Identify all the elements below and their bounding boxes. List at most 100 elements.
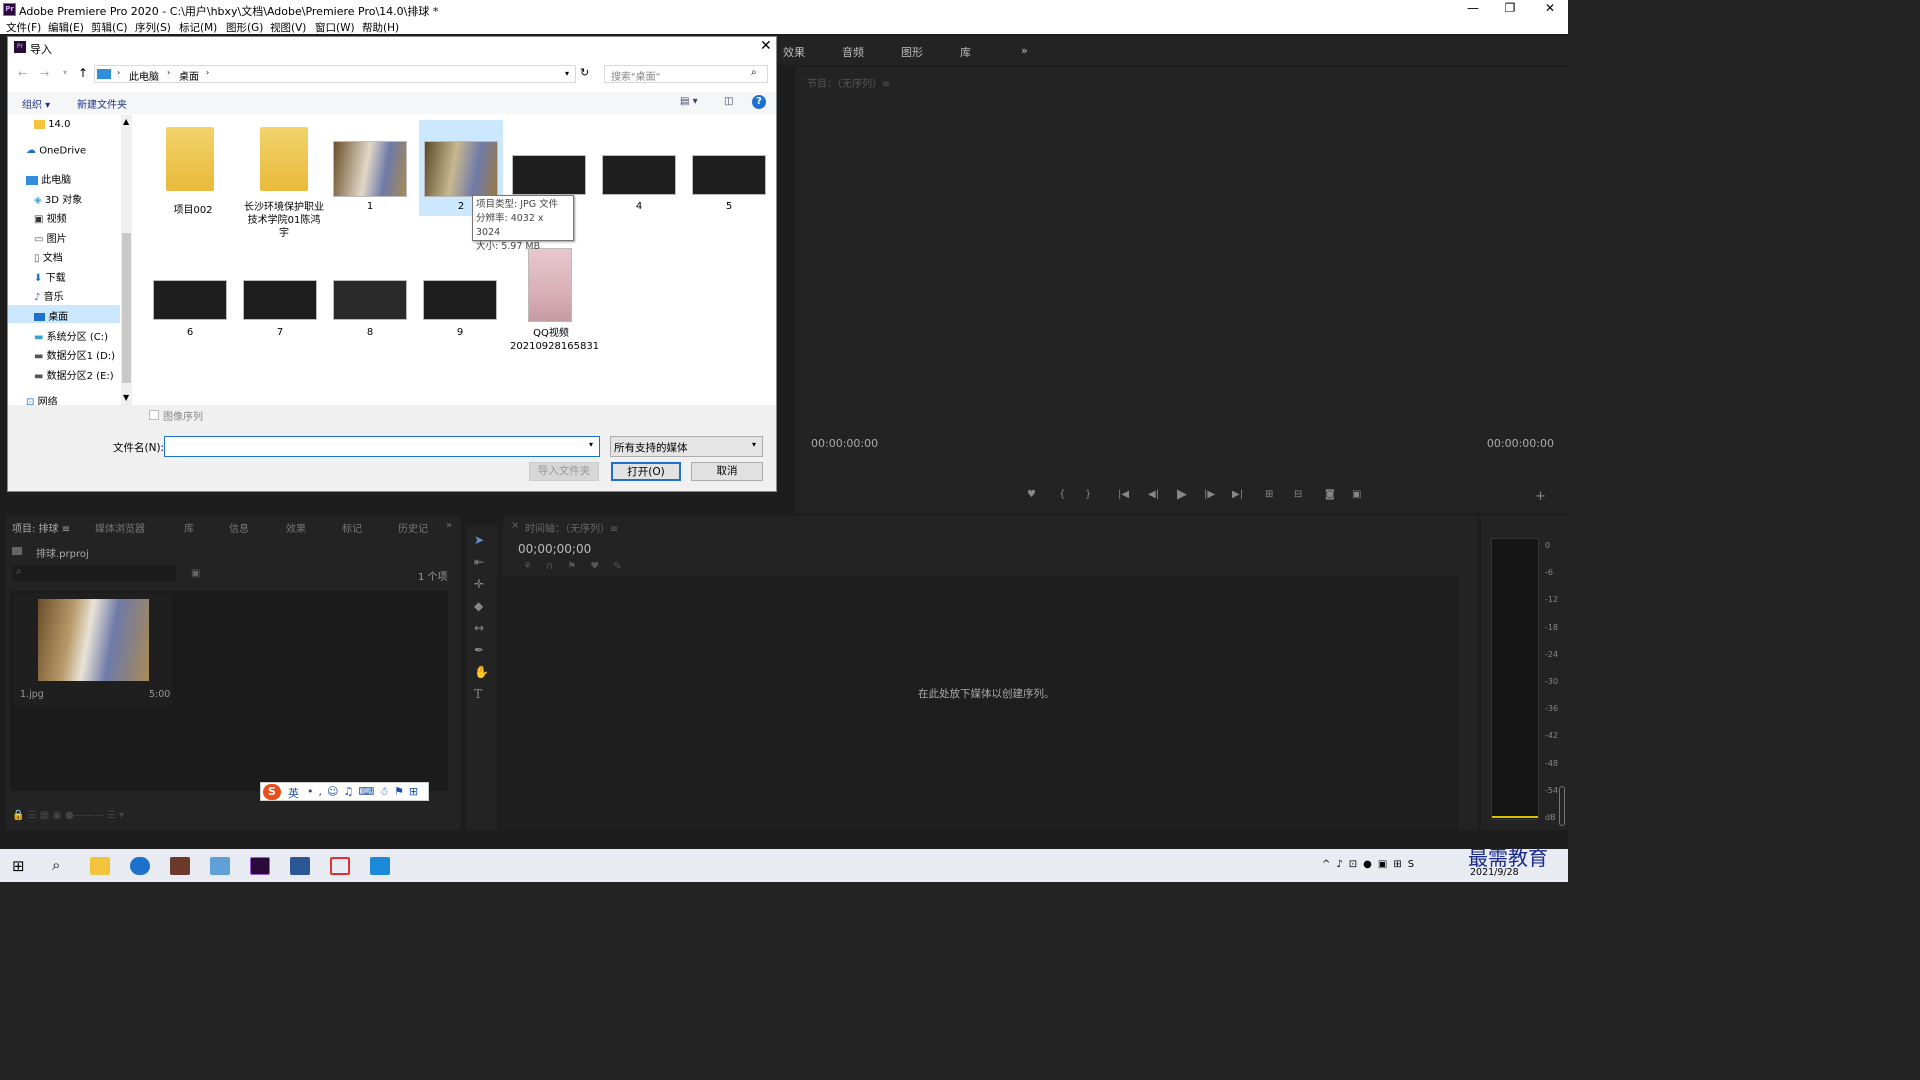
menu-markers[interactable]: 标记(M): [179, 20, 217, 35]
meter-scrollbar[interactable]: [1559, 786, 1565, 826]
menu-edit[interactable]: 编辑(E): [48, 20, 84, 35]
menu-sequence[interactable]: 序列(S): [135, 20, 171, 35]
menu-clip[interactable]: 剪辑(C): [91, 20, 128, 35]
play-icon[interactable]: ▶: [1177, 487, 1187, 502]
nav-item-3d-objects[interactable]: ◈ 3D 对象: [34, 191, 82, 207]
step-back-icon[interactable]: ◀|: [1148, 489, 1159, 500]
refresh-icon[interactable]: ↻: [580, 66, 589, 79]
compare-view-icon[interactable]: ▣: [1352, 489, 1361, 500]
system-tray-icons[interactable]: ^♪⊡●▣⊞S: [1322, 859, 1420, 870]
nav-item-desktop[interactable]: 桌面: [34, 308, 68, 323]
menu-graphics[interactable]: 图形(G): [226, 20, 263, 35]
premiere-taskbar-icon[interactable]: [250, 857, 270, 875]
file-type-filter[interactable]: 所有支持的媒体 ▾: [610, 436, 763, 457]
nav-scrollbar-thumb[interactable]: [122, 233, 131, 383]
maximize-button[interactable]: ❐: [1493, 0, 1527, 19]
nav-item-this-pc[interactable]: 此电脑: [26, 171, 71, 186]
timeline-toolbar-icons[interactable]: ⚘∩⚑♥✎: [523, 561, 636, 572]
ripple-edit-tool-icon[interactable]: ✛: [474, 577, 484, 591]
file-thumbnail[interactable]: [333, 141, 407, 197]
scroll-up-icon[interactable]: ▲: [123, 117, 129, 126]
file-item-folder[interactable]: [158, 127, 214, 191]
forward-icon[interactable]: →: [40, 67, 49, 80]
filename-input[interactable]: ▾: [164, 436, 600, 457]
breadcrumb-this-pc[interactable]: 此电脑: [129, 68, 159, 83]
tab-project[interactable]: 项目: 排球 ≡: [12, 520, 70, 535]
menu-help[interactable]: 帮助(H): [362, 20, 399, 35]
menu-view[interactable]: 视图(V): [270, 20, 306, 35]
up-icon[interactable]: ↑: [78, 66, 88, 80]
organize-button[interactable]: 组织 ▾: [22, 96, 50, 111]
ime-toolbar[interactable]: S 英 •,☺♫⌨☃⚑⊞: [260, 782, 429, 801]
lift-icon[interactable]: ⊞: [1265, 489, 1273, 500]
nav-item-drive-c[interactable]: ▬ 系统分区 (C:): [34, 328, 108, 344]
file-item-folder[interactable]: [252, 127, 316, 191]
pen-tool-icon[interactable]: ✒: [474, 643, 484, 657]
file-thumbnail[interactable]: [153, 280, 227, 320]
recent-dropdown-icon[interactable]: ▾: [63, 68, 67, 77]
mark-in-icon[interactable]: {: [1059, 489, 1065, 500]
nav-item-drive-d[interactable]: ▬ 数据分区1 (D:): [34, 347, 115, 363]
timeline-drop-area[interactable]: [503, 576, 1458, 830]
nav-item-videos[interactable]: ▣ 视频: [34, 210, 67, 226]
scroll-down-icon[interactable]: ▼: [123, 393, 129, 402]
file-thumbnail[interactable]: [692, 155, 766, 195]
back-icon[interactable]: ←: [18, 67, 27, 80]
nav-item-documents[interactable]: ▯ 文档: [34, 249, 63, 265]
word-icon[interactable]: [290, 857, 310, 875]
ime-tool-icons[interactable]: •,☺♫⌨☃⚑⊞: [307, 785, 423, 798]
tab-history[interactable]: 历史记: [398, 520, 428, 535]
new-search-bin-icon[interactable]: ▣: [191, 568, 200, 579]
import-folder-button[interactable]: 导入文件夹: [529, 462, 599, 481]
workspace-tab-libraries[interactable]: 库: [960, 44, 971, 60]
workspace-tab-effects[interactable]: 效果: [783, 44, 805, 60]
image-sequence-checkbox[interactable]: [149, 410, 159, 420]
step-forward-icon[interactable]: |▶: [1204, 489, 1215, 500]
filter-dropdown-icon[interactable]: ▾: [752, 440, 756, 449]
mark-out-icon[interactable]: }: [1085, 489, 1091, 500]
workspace-more-icon[interactable]: »: [1021, 44, 1028, 57]
workspace-tab-audio[interactable]: 音频: [842, 44, 864, 60]
menu-file[interactable]: 文件(F): [6, 20, 41, 35]
file-thumbnail[interactable]: [424, 141, 498, 197]
view-options-icon[interactable]: ▤ ▾: [680, 96, 698, 107]
file-thumbnail[interactable]: [243, 280, 317, 320]
nav-item-music[interactable]: ♪ 音乐: [34, 288, 64, 304]
ime-language[interactable]: 英: [288, 785, 299, 801]
slip-tool-icon[interactable]: ↔: [474, 621, 484, 635]
nav-item-drive-e[interactable]: ▬ 数据分区2 (E:): [34, 367, 114, 383]
file-thumbnail[interactable]: [602, 155, 676, 195]
export-frame-icon[interactable]: ◙: [1325, 489, 1335, 500]
app-icon[interactable]: [210, 857, 230, 875]
timeline-close-icon[interactable]: ×: [511, 520, 519, 531]
tab-markers[interactable]: 标记: [342, 520, 362, 535]
edge-icon[interactable]: [130, 857, 150, 875]
app-icon[interactable]: [170, 857, 190, 875]
add-button-icon[interactable]: +: [1535, 489, 1546, 504]
extract-icon[interactable]: ⊟: [1294, 489, 1302, 500]
hand-tool-icon[interactable]: ✋: [474, 665, 489, 679]
new-folder-button[interactable]: 新建文件夹: [77, 96, 127, 111]
minimize-button[interactable]: —: [1456, 0, 1490, 19]
file-thumbnail[interactable]: [512, 155, 586, 195]
nav-item-14[interactable]: 14.0: [34, 119, 70, 130]
file-thumbnail[interactable]: [528, 248, 572, 322]
search-icon[interactable]: ⌕: [52, 856, 60, 874]
go-to-out-icon[interactable]: ▶|: [1232, 489, 1243, 500]
open-button[interactable]: 打开(O): [611, 462, 681, 481]
file-explorer-icon[interactable]: [90, 857, 110, 875]
workspace-tab-graphics[interactable]: 图形: [901, 44, 923, 60]
close-window-button[interactable]: ✕: [1533, 0, 1567, 19]
app-icon[interactable]: [330, 857, 350, 875]
track-select-tool-icon[interactable]: ⇤: [474, 555, 484, 569]
program-timecode-left[interactable]: 00:00:00:00: [811, 437, 878, 450]
nav-item-downloads[interactable]: ⬇ 下载: [34, 269, 66, 285]
dialog-close-icon[interactable]: ✕: [760, 38, 772, 54]
help-icon[interactable]: ?: [752, 95, 766, 109]
address-dropdown-icon[interactable]: ▾: [565, 69, 569, 78]
tab-info[interactable]: 信息: [229, 520, 249, 535]
project-search-input[interactable]: ⌕: [12, 566, 176, 581]
app-icon[interactable]: [370, 857, 390, 875]
add-marker-icon[interactable]: ♥: [1027, 489, 1036, 500]
clip-item[interactable]: 1.jpg 5:00: [13, 593, 173, 705]
